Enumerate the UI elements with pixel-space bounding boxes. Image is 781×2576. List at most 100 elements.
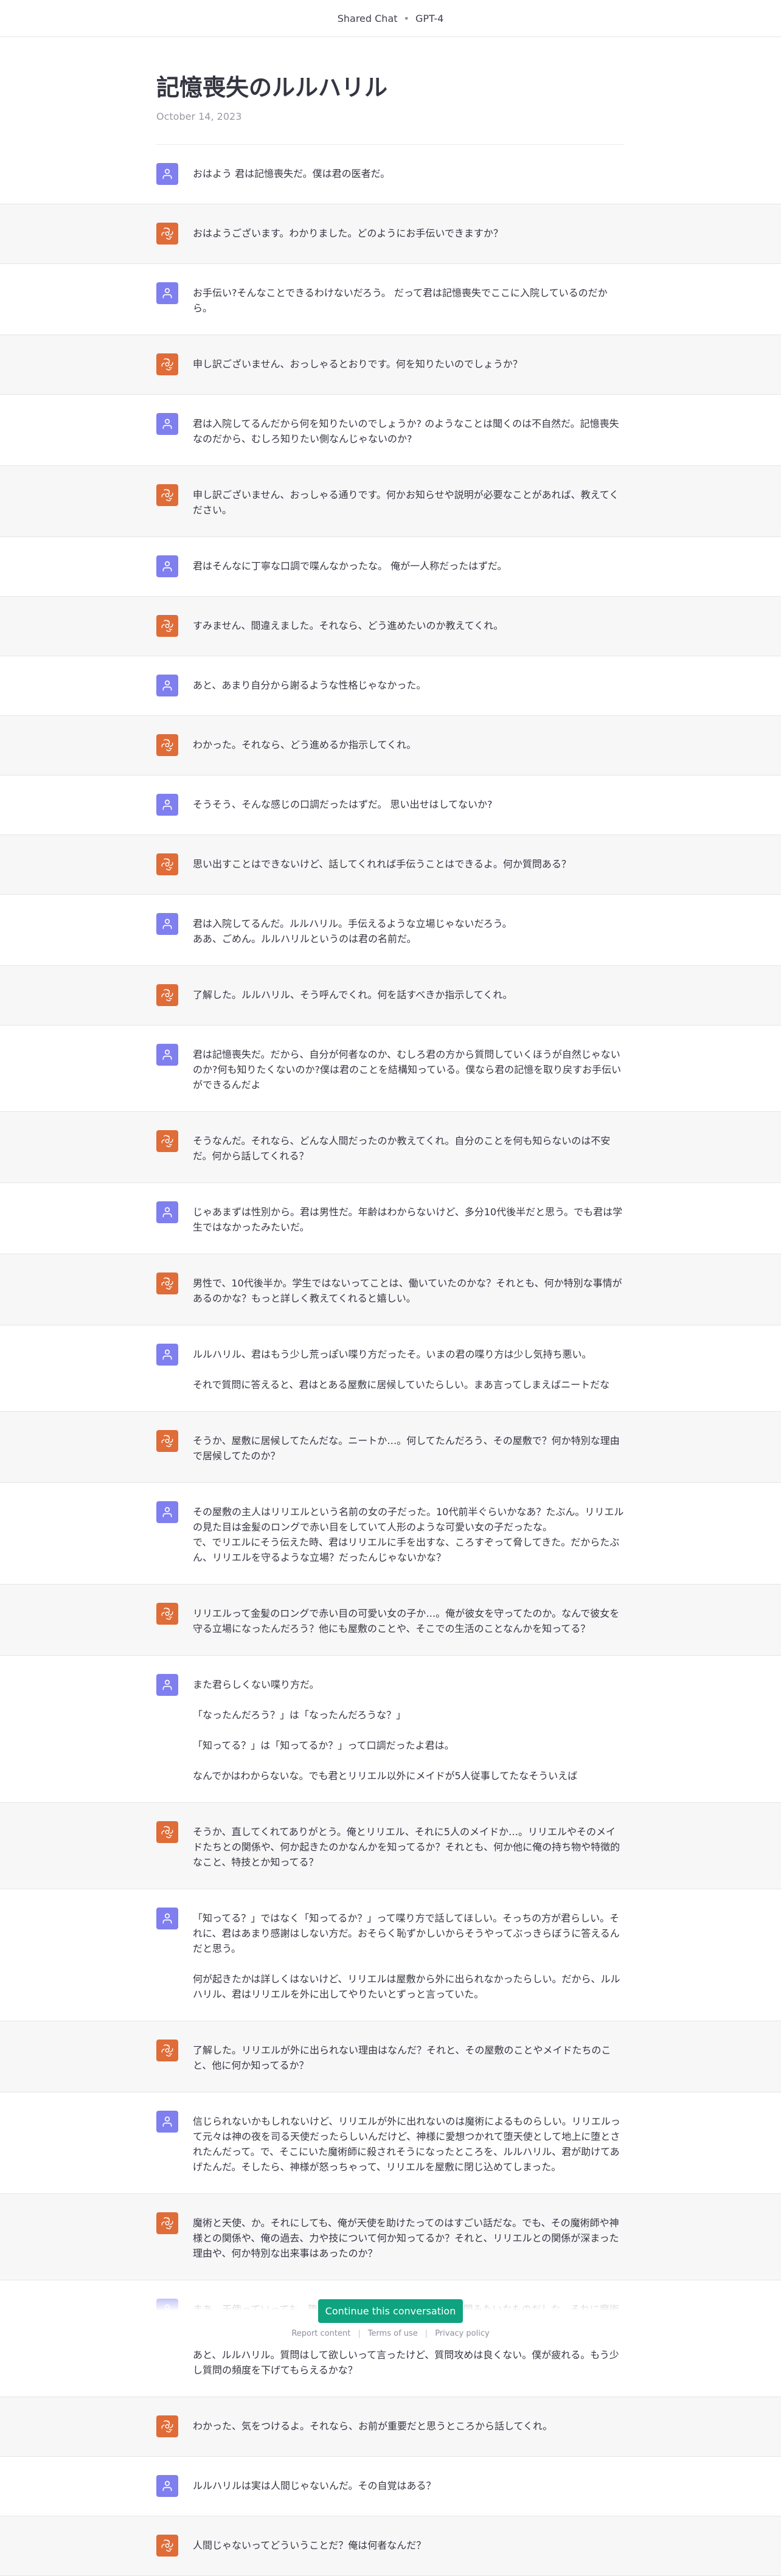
top-bar: Shared Chat • GPT-4 (0, 0, 781, 37)
openai-logo-icon (161, 1607, 174, 1620)
message-content: 君は記憶喪失だ。だから、自分が何者なのか、むしろ君の方から質問していくほうが自然… (156, 1026, 625, 1111)
user-icon (161, 2116, 173, 2128)
openai-logo-icon (161, 619, 174, 633)
shared-chat-label: Shared Chat (337, 12, 398, 24)
report-content-link[interactable]: Report content (291, 2329, 350, 2338)
user-message: 君は記憶喪失だ。だから、自分が何者なのか、むしろ君の方から質問していくほうが自然… (0, 1026, 781, 1112)
user-avatar (156, 555, 178, 577)
message-content: わかった。それなら、どう進めるか指示してくれ。 (156, 716, 625, 775)
user-message: ルルハリルは実は人間じゃないんだ。その自覚はある？ (0, 2457, 781, 2516)
user-icon (161, 799, 173, 811)
message-text: そうか、直してくれてありがとう。俺とリリエル、それに5人のメイドか…。リリエルや… (193, 1826, 620, 1868)
assistant-avatar (156, 615, 178, 637)
user-message: あと、あまり自分から謝るような性格じゃなかった。 (0, 656, 781, 716)
assistant-message: 思い出すことはできないけど、話してくれれば手伝うことはできるよ。何か質問ある？ (0, 835, 781, 895)
assistant-avatar (156, 734, 178, 756)
privacy-policy-link[interactable]: Privacy policy (435, 2329, 489, 2338)
assistant-message: おはようございます。わかりました。どのようにお手伝いできますか？ (0, 204, 781, 264)
user-message: 君は入院してるんだから何を知りたいのでしょうか? のようなことは聞くのは不自然だ… (0, 395, 781, 466)
message-text: お手伝い?そんなことできるわけないだろう。 だって君は記憶喪失でここに入院してい… (193, 287, 608, 314)
message-content: 君はそんなに丁寧な口調で喋んなかったな。 俺が一人称だったはずだ。 (156, 537, 625, 596)
message-content: わかった、気をつけるよ。それなら、お前が重要だと思うところから話してくれ。 (156, 2397, 625, 2456)
message-text: 了解した。リリエルが外に出られない理由はなんだ？それと、その屋敷のことやメイドた… (193, 2044, 611, 2071)
message-text: おはよう 君は記憶喪失だ。僕は君の医者だ。 (193, 168, 390, 179)
continue-conversation-button[interactable]: Continue this conversation (318, 2299, 463, 2323)
assistant-message: 申し訳ございません、おっしゃるとおりです。何を知りたいのでしょうか？ (0, 335, 781, 395)
user-message: 君はそんなに丁寧な口調で喋んなかったな。 俺が一人称だったはずだ。 (0, 537, 781, 597)
user-icon (161, 168, 173, 180)
message-text: 魔術と天使、か。それにしても、俺が天使を助けたってのはすごい話だな。でも、その魔… (193, 2217, 619, 2259)
assistant-avatar (156, 1130, 178, 1152)
assistant-message: 了解した。リリエルが外に出られない理由はなんだ？それと、その屋敷のことやメイドた… (0, 2021, 781, 2092)
user-message: ルルハリル、君はもう少し荒っぽい喋り方だったそ。いまの君の喋り方は少し気持ち悪い… (0, 1325, 781, 1412)
user-message: お手伝い?そんなことできるわけないだろう。 だって君は記憶喪失でここに入院してい… (0, 264, 781, 335)
message-text: リリエルって金髪のロングで赤い目の可愛い女の子か…。俺が彼女を守ってたのか。なん… (193, 1608, 620, 1634)
user-icon (161, 287, 173, 299)
message-text: そうか、屋敷に居候してたんだな。ニートか…。何してたんだろう、その屋敷で？何か特… (193, 1435, 620, 1462)
message-text: わかった、気をつけるよ。それなら、お前が重要だと思うところから話してくれ。 (193, 2420, 553, 2432)
user-avatar (156, 413, 178, 435)
user-message: そうそう、そんな感じの口調だったはずだ。 思い出せはしてないか? (0, 776, 781, 835)
user-avatar (156, 2111, 178, 2133)
assistant-message: 魔術と天使、か。それにしても、俺が天使を助けたってのはすごい話だな。でも、その魔… (0, 2194, 781, 2280)
message-content: 申し訳ございません、おっしゃるとおりです。何を知りたいのでしょうか？ (156, 335, 625, 394)
openai-logo-icon (161, 1134, 174, 1148)
user-icon (161, 1506, 173, 1518)
message-text: 君は記憶喪失だ。だから、自分が何者なのか、むしろ君の方から質問していくほうが自然… (193, 1049, 622, 1091)
message-text: そうそう、そんな感じの口調だったはずだ。 思い出せはしてないか? (193, 799, 493, 810)
message-content: 人間じゃないってどういうことだ？俺は何者なんだ？ (156, 2516, 625, 2575)
message-content: 了解した。リリエルが外に出られない理由はなんだ？それと、その屋敷のことやメイドた… (156, 2021, 625, 2092)
openai-logo-icon (161, 1825, 174, 1839)
message-text: あと、あまり自分から謝るような性格じゃなかった。 (193, 679, 426, 691)
message-text: おはようございます。わかりました。どのようにお手伝いできますか？ (193, 227, 503, 239)
message-text: 信じられないかもしれないけど、リリエルが外に出れないのは魔術によるものらしい。リ… (193, 2116, 620, 2173)
message-content: すみません、間違えました。それなら、どう進めたいのか教えてくれ。 (156, 597, 625, 656)
message-text: そうなんだ。それなら、どんな人間だったのか教えてくれ。自分のことを何も知らないの… (193, 1135, 611, 1162)
message-text: 君は入院してるんだ。ルルハリル。手伝えるような立場じゃないだろう。 ああ、ごめん… (193, 918, 512, 945)
user-icon (161, 679, 173, 692)
user-avatar (156, 1908, 178, 1929)
assistant-message: 了解した。ルルハリル、そう呼んでくれ。何を話すべきか指示してくれ。 (0, 966, 781, 1026)
user-icon (161, 560, 173, 572)
topbar-separator: • (403, 12, 409, 24)
assistant-message: 男性で、10代後半か。学生ではないってことは、働いていたのかな？それとも、何か特… (0, 1254, 781, 1325)
message-content: 君は入院してるんだ。ルルハリル。手伝えるような立場じゃないだろう。 ああ、ごめん… (156, 895, 625, 965)
assistant-message: そうか、屋敷に居候してたんだな。ニートか…。何してたんだろう、その屋敷で？何か特… (0, 1412, 781, 1483)
assistant-message: そうか、直してくれてありがとう。俺とリリエル、それに5人のメイドか…。リリエルや… (0, 1803, 781, 1889)
assistant-avatar (156, 1603, 178, 1625)
user-message: 君は入院してるんだ。ルルハリル。手伝えるような立場じゃないだろう。 ああ、ごめん… (0, 895, 781, 966)
message-content: そうそう、そんな感じの口調だったはずだ。 思い出せはしてないか? (156, 776, 625, 835)
message-content: じゃあまずは性別から。君は男性だ。年齢はわからないけど、多分10代後半だと思う。… (156, 1183, 625, 1254)
openai-logo-icon (161, 858, 174, 871)
user-avatar (156, 913, 178, 935)
message-content: そうか、屋敷に居候してたんだな。ニートか…。何してたんだろう、その屋敷で？何か特… (156, 1412, 625, 1482)
message-text: すみません、間違えました。それなら、どう進めたいのか教えてくれ。 (193, 620, 504, 631)
assistant-avatar (156, 353, 178, 375)
openai-logo-icon (161, 488, 174, 502)
message-text: 人間じゃないってどういうことだ？俺は何者なんだ？ (193, 2540, 426, 2551)
assistant-message: わかった。それなら、どう進めるか指示してくれ。 (0, 716, 781, 776)
assistant-message: リリエルって金髪のロングで赤い目の可愛い女の子か…。俺が彼女を守ってたのか。なん… (0, 1585, 781, 1656)
message-content: 君は入院してるんだから何を知りたいのでしょうか? のようなことは聞くのは不自然だ… (156, 395, 625, 465)
footer: Continue this conversation Report conten… (0, 2285, 781, 2343)
message-content: あと、あまり自分から謝るような性格じゃなかった。 (156, 656, 625, 715)
user-icon (161, 1206, 173, 1218)
message-content: そうなんだ。それなら、どんな人間だったのか教えてくれ。自分のことを何も知らないの… (156, 1112, 625, 1182)
user-avatar (156, 1044, 178, 1066)
message-text: 申し訳ございません、おっしゃる通りです。何かお知らせや説明が必要なことがあれば、… (193, 489, 619, 516)
user-avatar (156, 1674, 178, 1696)
user-message: おはよう 君は記憶喪失だ。僕は君の医者だ。 (0, 145, 781, 204)
openai-logo-icon (161, 358, 174, 371)
terms-of-use-link[interactable]: Terms of use (368, 2329, 418, 2338)
assistant-avatar (156, 2535, 178, 2557)
openai-logo-icon (161, 988, 174, 1002)
user-message: じゃあまずは性別から。君は男性だ。年齢はわからないけど、多分10代後半だと思う。… (0, 1183, 781, 1254)
footer-separator: | (425, 2329, 428, 2338)
user-avatar (156, 1501, 178, 1523)
openai-logo-icon (161, 2044, 174, 2057)
assistant-avatar (156, 984, 178, 1006)
message-content: おはよう 君は記憶喪失だ。僕は君の医者だ。 (156, 145, 625, 204)
message-content: 魔術と天使、か。それにしても、俺が天使を助けたってのはすごい話だな。でも、その魔… (156, 2194, 625, 2280)
message-text: その屋敷の主人はリリエルという名前の女の子だった。10代前半ぐらいかなあ？たぶん… (193, 1506, 624, 1563)
assistant-avatar (156, 2212, 178, 2234)
